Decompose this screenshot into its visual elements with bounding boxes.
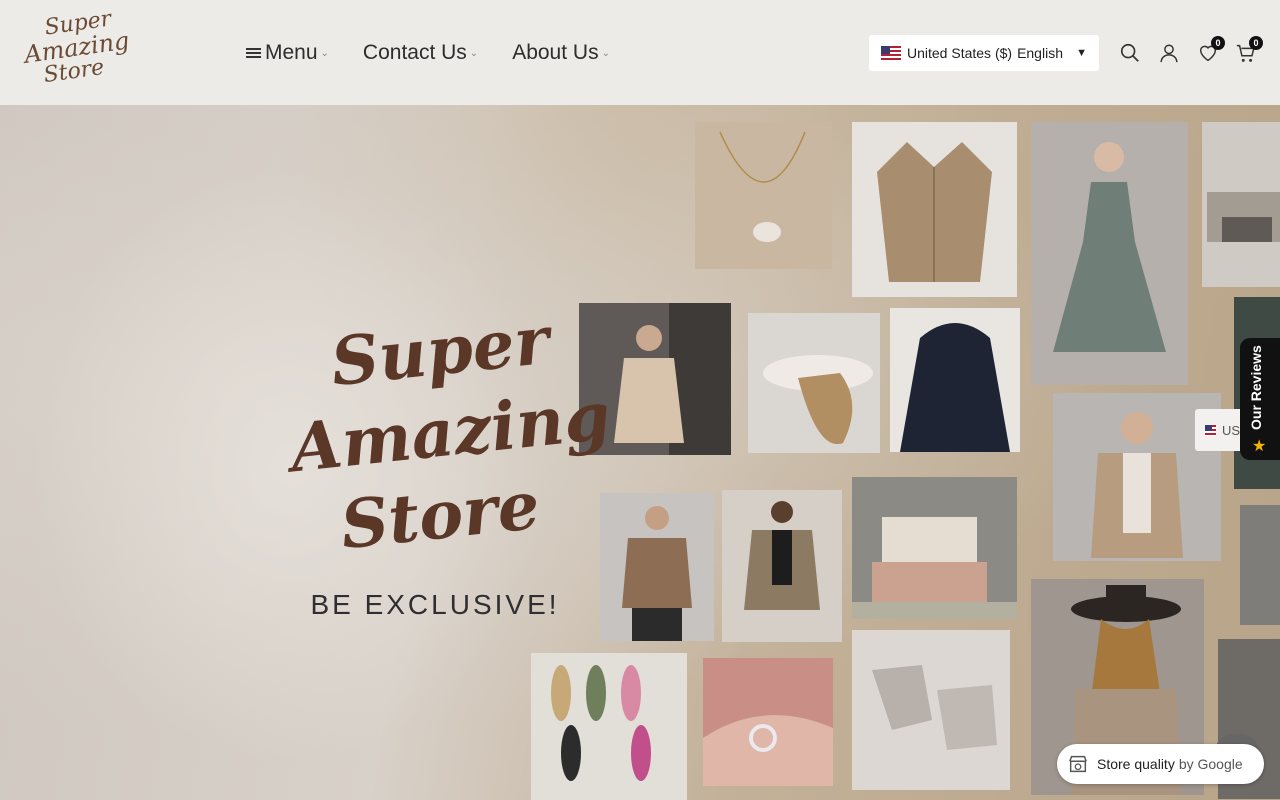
caret-down-icon: ▼ [1076, 47, 1087, 59]
plaid-blazer-image[interactable] [722, 490, 842, 642]
floating-language-selector[interactable]: US [1195, 409, 1240, 451]
nav-item-about-us[interactable]: About Us ⌄ [512, 38, 610, 68]
flats-image[interactable] [531, 653, 687, 800]
hamburger-icon [246, 47, 261, 59]
floating-language-label: US [1221, 422, 1240, 438]
partial-image-2[interactable] [1240, 505, 1280, 625]
dress-model-image[interactable] [1031, 122, 1188, 385]
blazer-image[interactable] [852, 122, 1017, 297]
nav-item-label: Contact Us [362, 41, 467, 64]
chevron-down-icon: ⌄ [320, 47, 329, 59]
search-icon[interactable] [1119, 42, 1141, 64]
language-currency-selector[interactable]: United States ($) English ▼ [869, 35, 1099, 71]
wishlist-count-badge: 0 [1211, 36, 1225, 50]
country-label: United States ($) [907, 45, 1013, 61]
nav-item-contact-us[interactable]: Contact Us ⌄ [363, 38, 478, 68]
heels-image[interactable] [852, 630, 1010, 790]
cart-button[interactable]: 0 [1235, 36, 1263, 64]
hero-title: Super Amazing Store [287, 301, 614, 564]
reviews-tab-label: Our Reviews [1248, 345, 1264, 430]
hero-banner[interactable]: Super Amazing Store BE EXCLUSIVE! [0, 105, 1280, 800]
ring-image[interactable] [703, 658, 833, 786]
user-icon[interactable] [1158, 42, 1180, 64]
site-header: Super Amazing Store Menu ⌄ Contact Us ⌄ … [0, 0, 1280, 105]
store-logo[interactable]: Super Amazing Store [23, 6, 131, 92]
nav-item-menu[interactable]: Menu ⌄ [246, 38, 329, 68]
google-store-quality-badge[interactable]: Store quality by Google [1057, 744, 1264, 784]
nav-item-label: About Us [512, 41, 599, 64]
language-label: English [1017, 45, 1063, 61]
hat-woman-image[interactable] [748, 313, 880, 453]
us-flag-icon [881, 46, 901, 60]
our-reviews-tab[interactable]: Our Reviews ★ [1240, 338, 1280, 460]
bedroom-image[interactable] [852, 477, 1017, 619]
hero-subtitle: BE EXCLUSIVE! [310, 589, 560, 620]
sofa-image[interactable] [1202, 122, 1280, 287]
cart-count-badge: 0 [1249, 36, 1263, 50]
main-nav: Menu ⌄ Contact Us ⌄ About Us ⌄ [246, 38, 644, 68]
badge-label: Store quality [1097, 756, 1175, 772]
chevron-down-icon: ⌄ [601, 47, 610, 59]
chevron-down-icon: ⌄ [469, 47, 479, 59]
mens-sweater-image[interactable] [600, 493, 714, 641]
nav-item-label: Menu [265, 41, 318, 64]
star-icon: ★ [1252, 438, 1267, 455]
necklace-image[interactable] [695, 122, 832, 269]
badge-by-label: by Google [1178, 756, 1243, 772]
store-badge-icon [1067, 753, 1089, 775]
hoodie-image[interactable] [890, 308, 1020, 452]
us-flag-icon [1205, 424, 1216, 436]
wishlist-button[interactable]: 0 [1197, 36, 1225, 64]
